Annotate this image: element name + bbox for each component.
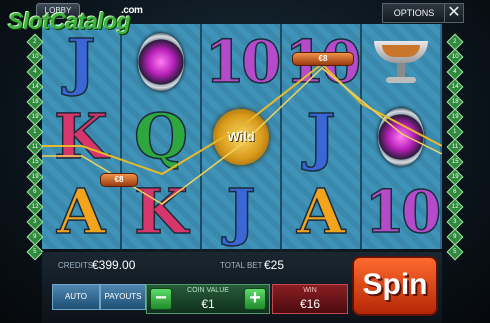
payouts-button[interactable]: PAYOUTS xyxy=(100,284,146,310)
close-icon: ✕ xyxy=(447,4,461,21)
winning-paylines xyxy=(42,62,442,205)
coin-value-label: COIN VALUE xyxy=(187,287,229,294)
minus-icon: − xyxy=(155,287,167,309)
auto-button[interactable]: AUTO xyxy=(52,284,100,310)
increase-coin-button[interactable]: + xyxy=(244,288,266,310)
coin-value: €1 xyxy=(201,297,215,311)
reel-area: J K A Q K 10 Wild J 10 J A 10 €8 €8 xyxy=(42,24,442,249)
right-payline-markers: 2 10 4 14 18 19 1 11 15 19 6 12 3 9 5 xyxy=(446,33,464,261)
payline-win-marker: €8 xyxy=(100,173,138,187)
credits-value: €399.00 xyxy=(92,258,136,272)
spin-button[interactable]: Spin xyxy=(352,256,438,316)
win-value: €16 xyxy=(299,297,321,311)
payline-1 xyxy=(42,62,442,176)
close-button[interactable]: ✕ xyxy=(444,3,464,23)
plus-icon: + xyxy=(249,287,261,309)
payline-win-marker: €8 xyxy=(292,52,354,66)
credits-label: CREDITS xyxy=(58,261,94,270)
win-box: WIN €16 xyxy=(272,284,348,314)
coin-value-box: − COIN VALUE €1 + xyxy=(146,284,270,314)
payline-marker[interactable]: 5 xyxy=(26,243,44,261)
watermark-logo: SlotCatalog .com xyxy=(8,5,143,34)
payline-marker[interactable]: 5 xyxy=(446,243,464,261)
left-payline-markers: 2 10 4 14 18 19 1 11 15 19 6 12 3 9 5 xyxy=(26,33,44,261)
total-bet-label: TOTAL BET xyxy=(220,261,263,270)
options-button[interactable]: OPTIONS xyxy=(382,3,446,23)
decrease-coin-button[interactable]: − xyxy=(150,288,172,310)
game-screen: J K A Q K 10 Wild J 10 J A 10 €8 €8 2 xyxy=(0,0,490,323)
total-bet-value: €25 xyxy=(264,258,285,272)
win-label: WIN xyxy=(303,287,317,294)
